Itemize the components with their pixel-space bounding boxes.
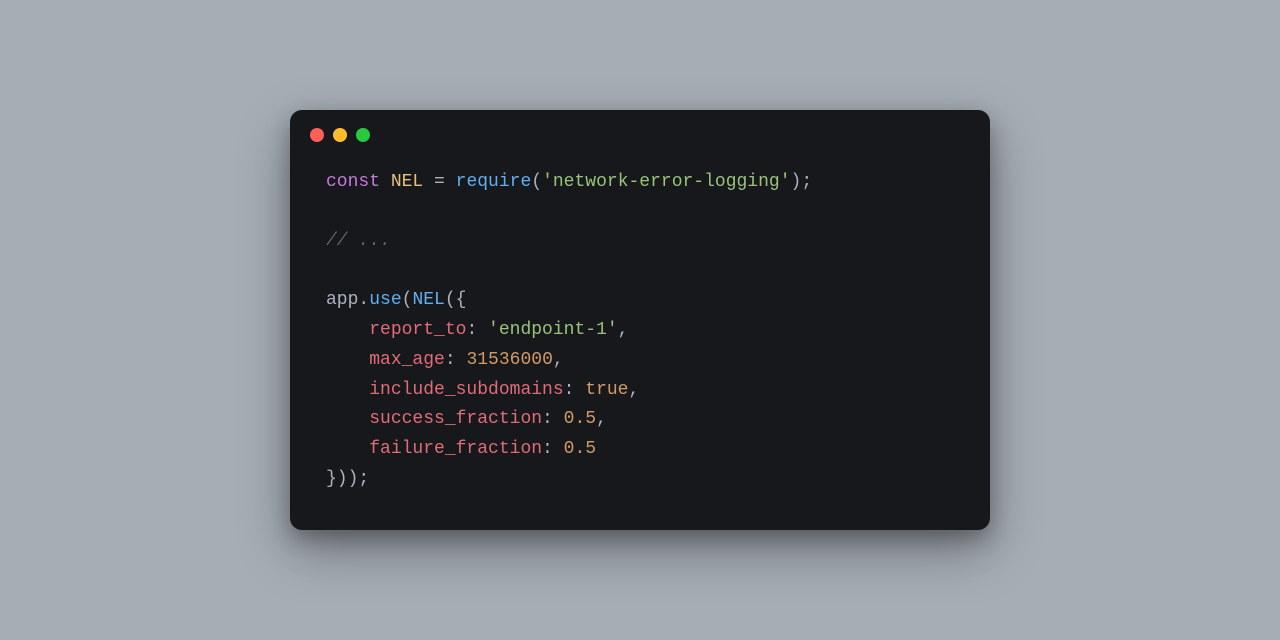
indent [326,439,369,459]
value-max-age: 31536000 [466,350,552,370]
prop-include-subdomains: include_subdomains [369,380,563,400]
indent [326,350,369,370]
paren-open: ( [402,290,413,310]
indent [326,409,369,429]
object-close: })); [326,469,369,489]
indent [326,320,369,340]
value-endpoint: 'endpoint-1' [488,320,618,340]
string-module-name: 'network-error-logging' [542,172,790,192]
colon: : [542,439,564,459]
prop-max-age: max_age [369,350,445,370]
method-use: use [369,290,401,310]
paren-open: ( [531,172,542,192]
paren-close-semi: ); [791,172,813,192]
keyword-const: const [326,172,380,192]
minimize-icon[interactable] [333,128,347,142]
comma: , [596,409,607,429]
value-true: true [585,380,628,400]
colon: : [564,380,586,400]
comma: , [618,320,629,340]
close-icon[interactable] [310,128,324,142]
call-nel: NEL [412,290,444,310]
comma: , [553,350,564,370]
window-titlebar [290,110,990,150]
prop-report-to: report_to [369,320,466,340]
comment-ellipsis: // ... [326,231,391,251]
code-window: const NEL = require('network-error-loggi… [290,110,990,531]
prop-success-fraction: success_fraction [369,409,542,429]
colon: : [466,320,488,340]
comma: , [628,380,639,400]
function-require: require [456,172,532,192]
code-block: const NEL = require('network-error-loggi… [290,150,990,505]
dot: . [358,290,369,310]
object-open: ({ [445,290,467,310]
value-success-fraction: 0.5 [564,409,596,429]
maximize-icon[interactable] [356,128,370,142]
identifier-app: app [326,290,358,310]
indent [326,380,369,400]
value-failure-fraction: 0.5 [564,439,596,459]
operator-equals: = [423,172,455,192]
prop-failure-fraction: failure_fraction [369,439,542,459]
colon: : [445,350,467,370]
variable-nel: NEL [391,172,423,192]
colon: : [542,409,564,429]
